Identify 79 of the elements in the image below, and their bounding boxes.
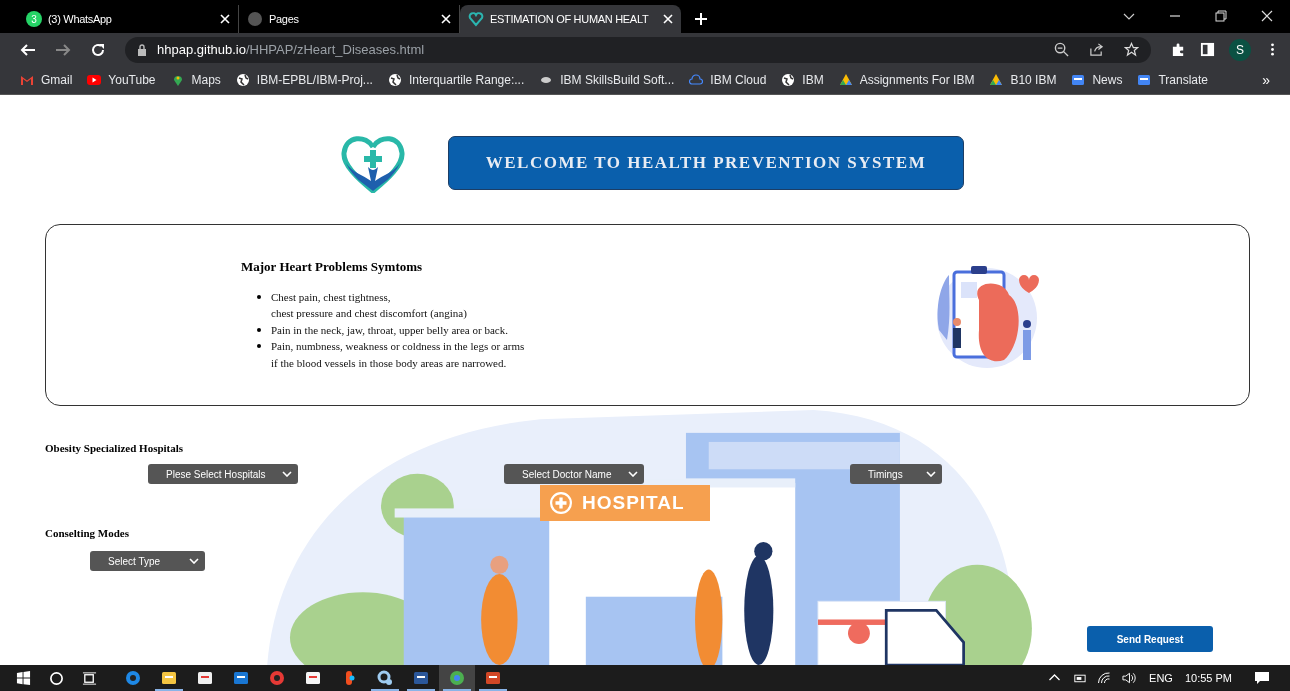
form-label: Conselting Modes	[45, 527, 131, 539]
globe-icon	[781, 73, 796, 87]
type-dropdown[interactable]: Select Type	[90, 551, 205, 571]
wifi-icon[interactable]	[1097, 672, 1113, 684]
cross-icon	[550, 492, 572, 514]
share-icon[interactable]	[1089, 42, 1104, 57]
hospital-dropdown[interactable]: Plese Select Hospitals	[148, 464, 298, 484]
profile-avatar[interactable]: S	[1229, 38, 1251, 61]
puzzle-icon[interactable]	[1171, 42, 1186, 57]
doctor-dropdown[interactable]: Select Doctor Name	[504, 464, 644, 484]
lock-icon	[137, 43, 147, 56]
bookmark[interactable]: IBM SkillsBuild Soft...	[539, 73, 675, 87]
language-indicator[interactable]: ENG	[1149, 672, 1173, 684]
symptom-text: Chest pain, chest tightness, chest pressure and chest discomfort (angina)	[271, 289, 467, 322]
cloud-icon	[689, 73, 704, 87]
app-icon	[161, 670, 177, 686]
bookmark[interactable]: IBM	[781, 73, 824, 87]
app-icon	[305, 670, 321, 686]
whatsapp-icon: 3	[26, 11, 42, 27]
app-icon	[197, 670, 213, 686]
globe-icon	[387, 73, 402, 87]
symptom-text: Pain in the neck, jaw, throat, upper belly area or back.	[271, 322, 508, 338]
chevron-down-icon	[926, 471, 936, 477]
app-icon	[413, 670, 429, 686]
app-icon	[269, 670, 285, 686]
symptoms-title: Major Heart Problems Symtoms	[241, 258, 424, 275]
address-bar[interactable]: hhpap.github.io/HHPAP/zHeart_Diseases.html	[125, 36, 1151, 63]
app-icon	[377, 670, 393, 686]
envelope-icon	[20, 73, 34, 87]
bookmark[interactable]: Gmail	[20, 73, 73, 87]
form-label: Obesity Specialized Hospitals	[45, 442, 185, 454]
play-icon	[87, 73, 102, 87]
bookmark[interactable]: IBM-EPBL/IBM-Proj...	[235, 73, 373, 87]
triangle-icon	[989, 73, 1004, 87]
new-tab-icon[interactable]	[695, 13, 707, 25]
bullet-icon	[257, 344, 261, 349]
notification-icon[interactable]	[1254, 671, 1270, 685]
restore-icon[interactable]	[1215, 10, 1227, 22]
chevron-down-icon	[189, 558, 199, 564]
bookmark[interactable]: YouTube	[87, 73, 156, 87]
star-icon[interactable]	[1124, 42, 1139, 57]
bullet-icon	[257, 327, 261, 332]
bullet-icon	[257, 294, 261, 299]
speaker-icon[interactable]	[1122, 672, 1138, 684]
globe-icon	[235, 73, 250, 87]
bookmark[interactable]: IBM Cloud	[689, 73, 767, 87]
bookmark[interactable]: Assignments For IBM	[838, 73, 975, 87]
heart-hands-logo	[338, 133, 408, 193]
browser-tab[interactable]: ESTIMATION OF HUMAN HEALT	[460, 5, 681, 33]
heart-icon	[468, 11, 484, 27]
bookmark[interactable]: B10 IBM	[989, 73, 1057, 87]
app-icon	[485, 670, 501, 686]
bookmark[interactable]: News	[1071, 73, 1123, 87]
side-panel-icon[interactable]	[1200, 42, 1215, 57]
task-view-icon[interactable]	[82, 670, 97, 686]
chevron-down-icon	[282, 471, 292, 477]
bookmark[interactable]: Translate	[1137, 73, 1209, 87]
battery-icon[interactable]	[1072, 672, 1088, 684]
windows-start-icon[interactable]	[16, 670, 31, 686]
welcome-banner: WELCOME TO HEALTH PREVENTION SYSTEM	[448, 136, 964, 190]
triangle-icon	[838, 73, 853, 87]
app-icon	[125, 670, 141, 686]
app-icon	[449, 670, 465, 686]
send-request-button[interactable]: Send Request	[1087, 626, 1213, 652]
clock[interactable]: 10:55 PM	[1184, 672, 1232, 684]
symptom-text: Pain, numbness, weakness or coldness in the legs or arms if the blood vessels in those body areas are narrowed.	[271, 339, 525, 371]
forward-arrow-icon[interactable]	[55, 41, 71, 58]
search-icon[interactable]	[49, 670, 64, 686]
back-arrow-icon[interactable]	[20, 41, 36, 58]
bookmark[interactable]: Interquartile Range:...	[387, 73, 525, 87]
bookmarks-overflow-button[interactable]: »	[1262, 72, 1270, 88]
hospital-sign: HOSPITAL	[540, 485, 710, 521]
timings-dropdown[interactable]: Timings	[850, 464, 942, 484]
reload-icon[interactable]	[90, 41, 106, 58]
bookmark[interactable]: Maps	[170, 73, 221, 87]
close-icon[interactable]	[1261, 10, 1273, 22]
zoom-out-icon[interactable]	[1054, 42, 1069, 57]
app-icon	[233, 670, 249, 686]
chevron-down-icon	[628, 471, 638, 477]
